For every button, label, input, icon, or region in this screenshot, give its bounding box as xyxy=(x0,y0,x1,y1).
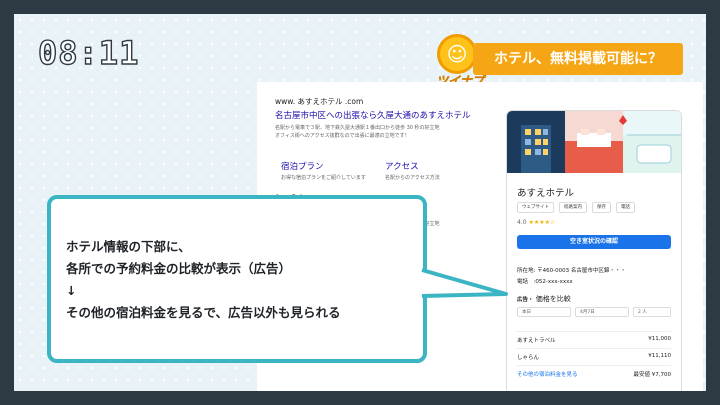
ad-label: 広告・ xyxy=(517,297,534,303)
sitelink-access[interactable]: アクセス 名駅からのアクセス方法 xyxy=(385,160,495,181)
sitelink-plan[interactable]: 宿泊プラン お得な宿泊プランをご紹介しています xyxy=(281,160,391,181)
website-chip[interactable]: ウェブサイト xyxy=(517,202,554,213)
callout-text: ホテル情報の下部に、 各所での予約料金の比較が表示（広告） ↓ その他の宿泊料金… xyxy=(66,236,416,324)
compare-label: 価格を比較 xyxy=(535,295,571,303)
hotel-name: あすえホテル xyxy=(517,188,575,199)
result-title-link[interactable]: 名古屋市中区への出張なら久屋大通のあすえホテル xyxy=(275,109,495,121)
callout-pointer xyxy=(420,268,508,298)
hotel-photos[interactable] xyxy=(507,111,681,173)
save-chip[interactable]: 保存 xyxy=(592,202,611,213)
down-arrow-icon: ↓ xyxy=(66,283,77,298)
callout-line: ホテル情報の下部に、 xyxy=(66,239,191,254)
slide: 08:11 ☺ ツイナプ ホテル、無料掲載可能に？ www. あすえホテル .c… xyxy=(14,14,706,391)
phone[interactable]: 電話 :052-xxx-xxxx xyxy=(517,277,626,288)
check-availability-button[interactable]: 空き室状況の確認 xyxy=(517,235,671,249)
callout-line: 各所での予約料金の比較が表示（広告） xyxy=(66,261,292,276)
price-row[interactable]: しゃらん ¥11,110 xyxy=(517,348,671,361)
call-chip[interactable]: 電話 xyxy=(616,202,635,213)
result-url: www. あすえホテル .com xyxy=(275,97,364,106)
provider-price: ¥11,000 xyxy=(648,336,671,342)
more-prices-link[interactable]: その他の宿泊料金を見る 最安値 ¥7,700 xyxy=(517,365,671,378)
checkout-date-field[interactable]: 4月7日 xyxy=(575,307,629,317)
sitelink-desc: お得な宿泊プランをご紹介しています xyxy=(281,175,366,181)
sitelink-desc: 名駅からのアクセス方法 xyxy=(385,175,440,181)
sitelink-title[interactable]: アクセス xyxy=(385,160,495,172)
smiley-icon: ☺ xyxy=(437,34,477,74)
price-compare-header: 広告・ 価格を比較 xyxy=(517,294,571,304)
provider-name: あすえトラベル xyxy=(517,338,556,344)
rating: 4.0 ★★★★☆ xyxy=(517,219,555,226)
booking-inputs: 本日 4月7日 2 人 xyxy=(517,307,671,317)
provider-price: ¥11,110 xyxy=(648,353,671,359)
checkin-date-field[interactable]: 本日 xyxy=(517,307,571,317)
action-chips: ウェブサイト 経路案内 保存 電話 xyxy=(517,202,635,213)
rating-value: 4.0 xyxy=(517,219,527,226)
hotel-knowledge-panel: あすえホテル ウェブサイト 経路案内 保存 電話 4.0 ★★★★☆ 空き室状況… xyxy=(506,110,682,391)
result-snippet: 名駅から電車で３駅、地下鉄久屋大通駅１番出口から徒歩 30 秒の好立地 オフィス… xyxy=(275,125,440,139)
contact-info: 所在地: 〒460-0003 名古屋市中区錦・・・ 電話 :052-xxx-xx… xyxy=(517,266,626,288)
clock-display: 08:11 xyxy=(37,33,140,72)
sitelink-title[interactable]: 宿泊プラン xyxy=(281,160,391,172)
guests-field[interactable]: 2 人 xyxy=(633,307,671,317)
address: 所在地: 〒460-0003 名古屋市中区錦・・・ xyxy=(517,268,626,274)
search-result-hotel-site[interactable]: www. あすえホテル .com 名古屋市中区への出張なら久屋大通のあすえホテル… xyxy=(275,96,495,140)
directions-chip[interactable]: 経路案内 xyxy=(559,202,587,213)
star-icons: ★★★★☆ xyxy=(528,219,556,226)
provider-name: しゃらん xyxy=(517,355,540,361)
more-prices-label[interactable]: その他の宿泊料金を見る xyxy=(517,370,578,378)
title-banner: ホテル、無料掲載可能に？ xyxy=(473,43,683,75)
lowest-price: 最安値 ¥7,700 xyxy=(633,372,672,378)
callout-line: その他の宿泊料金を見るで、広告以外も見られる xyxy=(66,305,341,320)
price-row[interactable]: あすえトラベル ¥11,000 xyxy=(517,331,671,344)
